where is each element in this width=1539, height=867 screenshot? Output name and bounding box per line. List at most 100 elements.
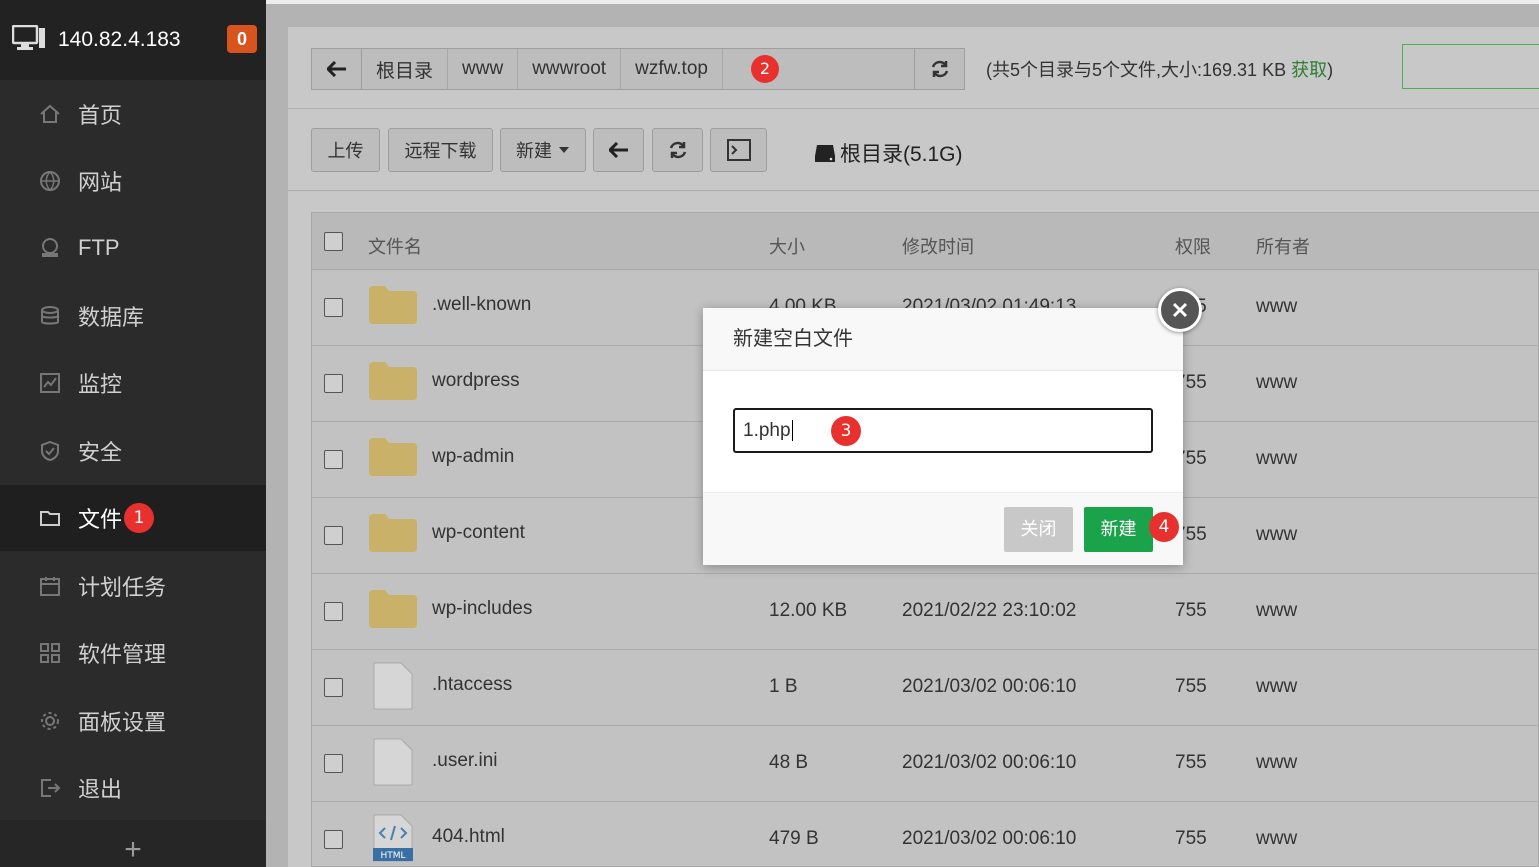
row-checkbox[interactable]: [324, 830, 343, 849]
breadcrumb: 根目录 www wwwroot wzfw.top 2: [311, 48, 965, 90]
breadcrumb-seg-wwwroot[interactable]: wwwroot: [518, 49, 622, 89]
file-perm[interactable]: 755: [1175, 600, 1207, 622]
caret-down-icon: [559, 147, 569, 153]
svg-text:HTML: HTML: [380, 851, 405, 861]
sidebar-item-database[interactable]: 数据库: [0, 283, 266, 349]
breadcrumb-seg-domain[interactable]: wzfw.top: [621, 49, 723, 89]
get-size-link[interactable]: 获取: [1291, 60, 1327, 80]
ftp-icon: [38, 236, 62, 260]
sidebar-item-label: 文件: [78, 507, 123, 532]
html-file-icon: HTML: [373, 814, 413, 862]
file-name[interactable]: wordpress: [432, 370, 520, 392]
col-name[interactable]: 文件名: [368, 233, 422, 259]
file-owner[interactable]: www: [1256, 676, 1297, 698]
col-size[interactable]: 大小: [769, 233, 805, 259]
file-name[interactable]: .user.ini: [432, 750, 497, 772]
filename-input[interactable]: 1.php: [733, 408, 1153, 453]
terminal-button[interactable]: [710, 128, 767, 172]
file-owner[interactable]: www: [1256, 524, 1297, 546]
sidebar-item-website[interactable]: 网站: [0, 148, 266, 214]
divider: [288, 190, 1539, 191]
file-perm[interactable]: 755: [1175, 752, 1207, 774]
table-row[interactable]: wp-includes 12.00 KB 2021/02/22 23:10:02…: [312, 574, 1539, 650]
disk-info[interactable]: 根目录(5.1G): [814, 138, 963, 168]
top-strip: [266, 0, 1539, 4]
sidebar-item-label: 监控: [78, 372, 123, 397]
dialog-title: 新建空白文件: [703, 308, 1183, 371]
sidebar-item-ftp[interactable]: FTP: [0, 215, 266, 281]
home-icon: [38, 102, 62, 126]
dialog-footer: 关闭 新建 4: [703, 492, 1183, 565]
file-owner[interactable]: www: [1256, 828, 1297, 850]
file-perm[interactable]: 755: [1175, 828, 1207, 850]
close-icon: [1172, 302, 1188, 318]
refresh-button[interactable]: [652, 128, 703, 172]
select-all-checkbox[interactable]: [324, 232, 343, 251]
sidebar-item-home[interactable]: 首页: [0, 81, 266, 147]
file-name[interactable]: .well-known: [432, 294, 531, 316]
file-name[interactable]: wp-includes: [432, 598, 532, 620]
row-checkbox[interactable]: [324, 678, 343, 697]
apps-icon: [38, 641, 62, 665]
breadcrumb-seg-www[interactable]: www: [448, 49, 519, 89]
alert-count-badge[interactable]: 0: [227, 25, 257, 53]
file-owner[interactable]: www: [1256, 752, 1297, 774]
server-header: 140.82.4.183 0: [0, 0, 266, 80]
sidebar-item-cron[interactable]: 计划任务: [0, 553, 266, 619]
sidebar-item-monitor[interactable]: 监控: [0, 350, 266, 416]
row-checkbox[interactable]: [324, 602, 343, 621]
file-owner[interactable]: www: [1256, 372, 1297, 394]
breadcrumb-refresh-button[interactable]: [914, 48, 965, 90]
file-owner[interactable]: www: [1256, 600, 1297, 622]
file-size: 12.00 KB: [769, 600, 848, 621]
close-button[interactable]: 关闭: [1004, 507, 1073, 552]
add-button[interactable]: +: [0, 820, 266, 867]
row-checkbox[interactable]: [324, 526, 343, 545]
file-name[interactable]: wp-admin: [432, 446, 514, 468]
sidebar-item-software[interactable]: 软件管理: [0, 620, 266, 686]
breadcrumb-seg-root[interactable]: 根目录: [362, 49, 449, 89]
sidebar-item-logout[interactable]: 退出: [0, 755, 266, 821]
row-checkbox[interactable]: [324, 298, 343, 317]
step-badge-4: 4: [1149, 512, 1179, 542]
terminal-icon: [726, 139, 751, 161]
folder-icon: [369, 590, 417, 628]
folder-icon: [369, 514, 417, 552]
sidebar-item-security[interactable]: 安全: [0, 418, 266, 484]
back-button[interactable]: [593, 128, 644, 172]
summary-text: (共5个目录与5个文件,大小:169.31 KB: [986, 60, 1292, 80]
col-owner: 所有者: [1256, 237, 1310, 257]
new-dropdown-button[interactable]: 新建: [500, 128, 586, 172]
file-owner[interactable]: www: [1256, 296, 1297, 318]
file-perm[interactable]: 755: [1175, 676, 1207, 698]
file-name[interactable]: .htaccess: [432, 674, 512, 696]
breadcrumb-back-button[interactable]: [312, 49, 362, 89]
folder-icon: [38, 506, 62, 530]
sidebar-item-label: 软件管理: [78, 642, 167, 667]
create-button[interactable]: 新建: [1084, 507, 1153, 552]
dialog-close-button[interactable]: [1158, 288, 1202, 332]
row-checkbox[interactable]: [324, 754, 343, 773]
sidebar-item-settings[interactable]: 面板设置: [0, 688, 266, 754]
database-icon: [38, 304, 62, 328]
row-checkbox[interactable]: [324, 374, 343, 393]
file-icon: [373, 662, 413, 710]
step-badge-1: 1: [124, 503, 155, 533]
file-owner[interactable]: www: [1256, 448, 1297, 470]
search-box[interactable]: [1402, 44, 1539, 89]
file-mtime: 2021/03/02 00:06:10: [902, 828, 1077, 849]
sidebar-item-label: 首页: [78, 103, 123, 128]
sidebar-item-label: 数据库: [78, 305, 145, 330]
refresh-icon: [669, 141, 686, 159]
file-name[interactable]: wp-content: [432, 522, 525, 544]
table-row[interactable]: .user.ini 48 B 2021/03/02 00:06:10 755 w…: [312, 726, 1539, 802]
col-mtime[interactable]: 修改时间: [902, 233, 974, 259]
table-row[interactable]: HTML 404.html 479 B 2021/03/02 00:06:10 …: [312, 802, 1539, 867]
upload-button[interactable]: 上传: [311, 128, 380, 172]
file-name[interactable]: 404.html: [432, 826, 505, 848]
row-checkbox[interactable]: [324, 450, 343, 469]
sidebar-item-files[interactable]: 文件 1: [0, 485, 266, 551]
table-row[interactable]: .htaccess 1 B 2021/03/02 00:06:10 755 ww…: [312, 650, 1539, 726]
remote-download-button[interactable]: 远程下载: [388, 128, 493, 172]
server-ip: 140.82.4.183: [58, 28, 181, 51]
